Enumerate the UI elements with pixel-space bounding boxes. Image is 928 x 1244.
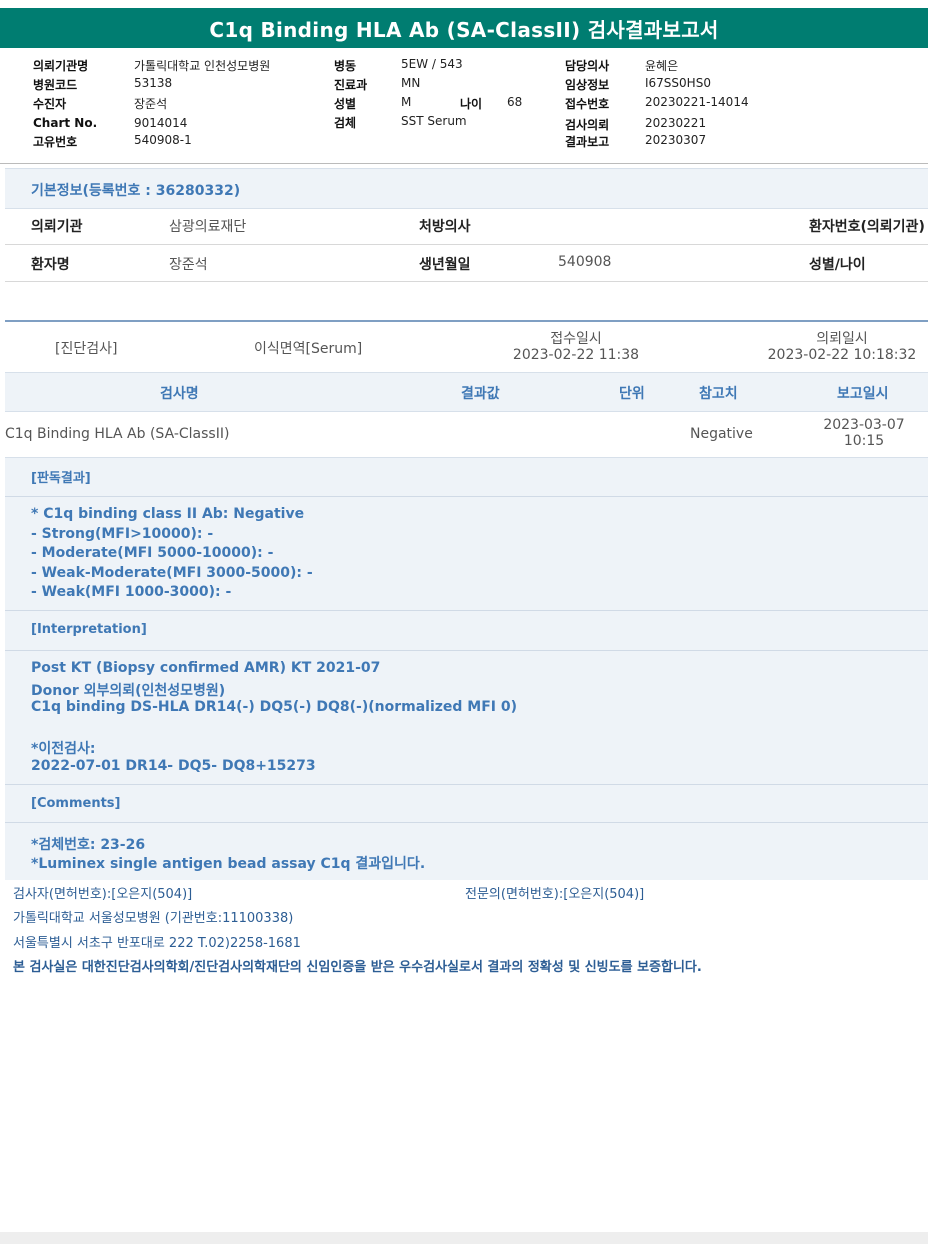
patient-name-label: 환자명 (31, 257, 70, 273)
header-label: 담당의사 (565, 59, 610, 73)
comment-line: *Luminex single antigen bead assay C1q 결… (31, 856, 426, 872)
test-name: C1q Binding HLA Ab (SA-ClassII) (5, 426, 230, 442)
header-label: 검체 (334, 116, 357, 130)
judgment-line: - Weak(MFI 1000-3000): - (31, 584, 232, 600)
panel-divider (5, 610, 928, 611)
previous-test-value: 2022-07-01 DR14- DQ5- DQ8+15273 (31, 758, 316, 774)
exam-category: [진단검사] (55, 341, 118, 357)
col-header-report-date: 보고일시 (837, 386, 889, 402)
header-value: 53138 (134, 76, 173, 90)
birth-label: 생년월일 (419, 257, 471, 273)
header-value: 540908-1 (134, 133, 192, 147)
header-value: 윤혜은 (645, 59, 679, 73)
header-value: 20230221 (645, 116, 707, 130)
report-title-bar: C1q Binding HLA Ab (SA-ClassII) 검사결과보고서 (0, 8, 928, 48)
judgment-line: - Moderate(MFI 5000-10000): - (31, 545, 274, 561)
interpretation-line: C1q binding DS-HLA DR14(-) DQ5(-) DQ8(-)… (31, 699, 518, 715)
birth-value: 540908 (558, 254, 612, 270)
col-header-reference: 참고치 (699, 386, 738, 402)
bottom-scroll-area (0, 1232, 928, 1244)
header-label: 의뢰기관명 (33, 59, 89, 73)
certification-note: 본 검사실은 대한진단검사의학회/진단검사의학재단의 신임인증을 받은 우수검사… (13, 960, 702, 975)
header-value: 9014014 (134, 116, 188, 130)
interpretation-title: [Interpretation] (31, 622, 147, 637)
col-header-unit: 단위 (619, 386, 645, 402)
header-value: 장준석 (134, 97, 168, 111)
header-value: 가톨릭대학교 인천성모병원 (134, 59, 271, 73)
received-label: 접수일시 (550, 331, 602, 347)
header-label: 성별 (334, 97, 357, 111)
interpretation-line: Post KT (Biopsy confirmed AMR) KT 2021-0… (31, 660, 381, 676)
header-value: 5EW / 543 (401, 57, 463, 71)
institution-value: 삼광의료재단 (169, 219, 247, 235)
patient-no-label: 환자번호(의뢰기관) (809, 219, 925, 235)
header-value: 20230221-14014 (645, 95, 749, 109)
comment-line: *검체번호: 23-26 (31, 837, 146, 853)
tester-info: 검사자(면허번호):[오은지(504)] (13, 887, 193, 902)
header-value: SST Serum (401, 114, 467, 128)
row-divider (5, 281, 928, 282)
header-value: 20230307 (645, 133, 707, 147)
report-date: 2023-03-07 (823, 417, 905, 433)
col-header-name: 검사명 (160, 386, 199, 402)
panel-divider (5, 496, 928, 497)
judgment-line: * C1q binding class II Ab: Negative (31, 506, 305, 522)
age-label: 나이 (460, 97, 483, 111)
lab-name: 가톨릭대학교 서울성모병원 (기관번호:11100338) (13, 911, 294, 926)
comments-title: [Comments] (31, 796, 121, 811)
panel-divider (5, 650, 928, 651)
header-divider (0, 163, 928, 164)
header-label: 검사의뢰 (565, 118, 610, 132)
basic-info-title: 기본정보(등록번호 : 36280332) (31, 183, 241, 199)
header-label: 병원코드 (33, 78, 78, 92)
sex-age-label: 성별/나이 (809, 257, 866, 273)
header-label: Chart No. (33, 116, 98, 130)
reference-value: Negative (690, 426, 753, 442)
header-value: I67SS0HS0 (645, 76, 711, 90)
report-title: C1q Binding HLA Ab (SA-ClassII) 검사결과보고서 (209, 17, 719, 42)
received-value: 2023-02-22 11:38 (512, 347, 640, 363)
previous-test-label: *이전검사: (31, 741, 96, 757)
judgment-line: - Weak-Moderate(MFI 3000-5000): - (31, 565, 313, 581)
header-label: 고유번호 (33, 135, 78, 149)
lab-address: 서울특별시 서초구 반포대로 222 T.02)2258-1681 (13, 936, 301, 951)
institution-label: 의뢰기관 (31, 219, 83, 235)
col-header-result: 결과값 (461, 386, 500, 402)
report-time: 10:15 (843, 433, 885, 449)
judgment-title: [판독결과] (31, 471, 91, 486)
header-label: 임상정보 (565, 78, 610, 92)
patient-name-value: 장준석 (169, 257, 208, 273)
header-label: 수진자 (33, 97, 67, 111)
doctor-label: 처방의사 (419, 219, 471, 235)
header-label: 접수번호 (565, 97, 610, 111)
header-value: M (401, 95, 412, 109)
section-divider (5, 320, 928, 322)
header-label: 진료과 (334, 78, 368, 92)
judgment-line: - Strong(MFI>10000): - (31, 526, 214, 542)
specialist-info: 전문의(면허번호):[오은지(504)] (465, 887, 645, 902)
panel-divider (5, 822, 928, 823)
panel-divider (5, 784, 928, 785)
row-divider (5, 244, 928, 245)
exam-department: 이식면역[Serum] (254, 341, 363, 357)
header-label: 병동 (334, 59, 357, 73)
requested-label: 의뢰일시 (816, 331, 868, 347)
header-value: MN (401, 76, 421, 90)
age-value: 68 (507, 95, 523, 109)
header-label: 결과보고 (565, 135, 610, 149)
requested-value: 2023-02-22 10:18:32 (767, 347, 917, 363)
interpretation-line: Donor 외부의뢰(인천성모병원) (31, 683, 226, 699)
